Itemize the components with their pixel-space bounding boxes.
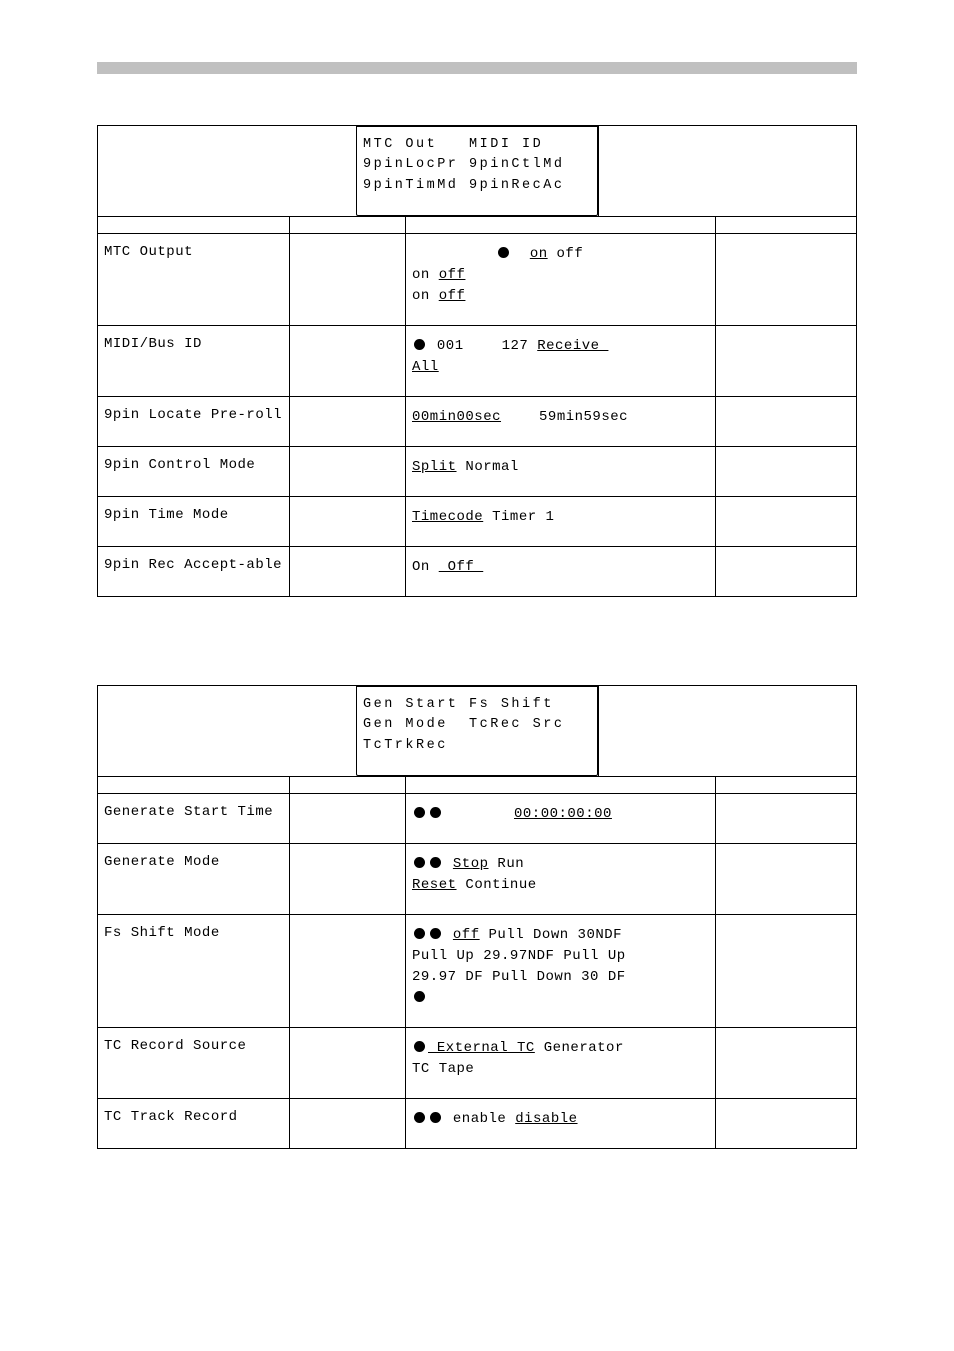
param-name: MTC Output: [98, 234, 290, 325]
popup-line: TcTrkRec: [363, 736, 591, 756]
table-section-tc: Gen Start Fs Shift Gen Mode TcRec Src Tc…: [97, 685, 857, 1149]
column-header: [98, 777, 290, 793]
param-col4: [716, 447, 856, 496]
column-header: [290, 217, 406, 233]
param-name: 9pin Control Mode: [98, 447, 290, 496]
param-col4: [716, 1028, 856, 1098]
param-options: Split Normal: [406, 447, 716, 496]
table-row: MTC Output on offon offon off: [97, 234, 857, 326]
header-band: [97, 62, 857, 74]
param-options: On Off: [406, 547, 716, 596]
param-col2: [290, 447, 406, 496]
param-col2: [290, 844, 406, 914]
param-col4: [716, 547, 856, 596]
popup-menu-2: Gen Start Fs Shift Gen Mode TcRec Src Tc…: [356, 686, 598, 776]
table-row: Generate Mode Stop RunReset Continue: [97, 844, 857, 915]
table-row: TC Record Source External TC GeneratorTC…: [97, 1028, 857, 1099]
section-header-row: MTC Out MIDI ID 9pinLocPr 9pinCtlMd 9pin…: [97, 125, 857, 217]
param-col4: [716, 326, 856, 396]
popup-line: MTC Out MIDI ID: [363, 135, 591, 155]
table-row: Fs Shift Mode off Pull Down 30NDFPull Up…: [97, 915, 857, 1028]
param-col2: [290, 547, 406, 596]
param-options: on offon offon off: [406, 234, 716, 325]
param-options: External TC GeneratorTC Tape: [406, 1028, 716, 1098]
param-col4: [716, 397, 856, 446]
section-header-spacer: [97, 686, 356, 776]
column-header: [98, 217, 290, 233]
param-options: off Pull Down 30NDFPull Up 29.97NDF Pull…: [406, 915, 716, 1027]
param-col4: [716, 234, 856, 325]
table-row: 9pin Locate Pre-roll 00min00sec59min59sec: [97, 397, 857, 447]
param-col2: [290, 1028, 406, 1098]
table-section-midi: MTC Out MIDI ID 9pinLocPr 9pinCtlMd 9pin…: [97, 125, 857, 597]
table-row: 9pin Rec Accept-able On Off: [97, 547, 857, 597]
column-header: [716, 777, 856, 793]
param-name: Fs Shift Mode: [98, 915, 290, 1027]
column-header-row: [97, 217, 857, 234]
param-name: TC Track Record: [98, 1099, 290, 1148]
table-row: 9pin Time Mode Timecode Timer 1: [97, 497, 857, 547]
popup-menu-1: MTC Out MIDI ID 9pinLocPr 9pinCtlMd 9pin…: [356, 126, 598, 216]
param-col2: [290, 794, 406, 843]
column-header: [406, 217, 716, 233]
section-header-spacer: [598, 686, 857, 776]
param-col4: [716, 1099, 856, 1148]
param-name: 9pin Rec Accept-able: [98, 547, 290, 596]
param-name: Generate Mode: [98, 844, 290, 914]
param-col2: [290, 234, 406, 325]
popup-line: 9pinLocPr 9pinCtlMd: [363, 155, 591, 175]
param-options: 00min00sec59min59sec: [406, 397, 716, 446]
param-name: 9pin Locate Pre-roll: [98, 397, 290, 446]
param-col2: [290, 497, 406, 546]
section-header-spacer: [97, 126, 356, 216]
param-col4: [716, 794, 856, 843]
param-col2: [290, 1099, 406, 1148]
param-options: 001127 Receive All: [406, 326, 716, 396]
param-name: MIDI/Bus ID: [98, 326, 290, 396]
param-name: TC Record Source: [98, 1028, 290, 1098]
column-header: [406, 777, 716, 793]
param-col4: [716, 844, 856, 914]
column-header: [290, 777, 406, 793]
table-row: 9pin Control Mode Split Normal: [97, 447, 857, 497]
param-col4: [716, 497, 856, 546]
param-options: enable disable: [406, 1099, 716, 1148]
table-row: MIDI/Bus ID 001127 Receive All: [97, 326, 857, 397]
column-header: [716, 217, 856, 233]
param-options: Stop RunReset Continue: [406, 844, 716, 914]
table-row: TC Track Record enable disable: [97, 1099, 857, 1149]
param-name: Generate Start Time: [98, 794, 290, 843]
popup-line: Gen Start Fs Shift: [363, 695, 591, 715]
section-header-spacer: [598, 126, 857, 216]
popup-line: 9pinTimMd 9pinRecAc: [363, 176, 591, 196]
param-col4: [716, 915, 856, 1027]
column-header-row: [97, 777, 857, 794]
param-col2: [290, 326, 406, 396]
table-row: Generate Start Time 00:00:00:00: [97, 794, 857, 844]
section-header-row: Gen Start Fs Shift Gen Mode TcRec Src Tc…: [97, 685, 857, 777]
param-options: 00:00:00:00: [406, 794, 716, 843]
param-col2: [290, 397, 406, 446]
popup-line: Gen Mode TcRec Src: [363, 715, 591, 735]
param-col2: [290, 915, 406, 1027]
param-name: 9pin Time Mode: [98, 497, 290, 546]
param-options: Timecode Timer 1: [406, 497, 716, 546]
